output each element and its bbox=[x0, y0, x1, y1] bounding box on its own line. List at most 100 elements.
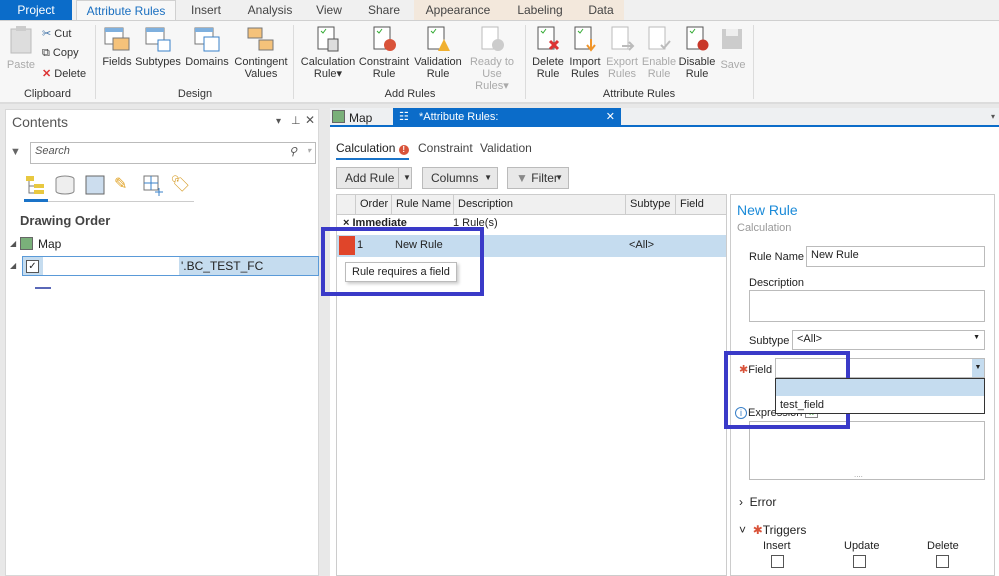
filter-button[interactable]: ▼ Filter ▼ bbox=[507, 167, 569, 189]
delete-rule-button[interactable]: Delete Rule bbox=[530, 25, 566, 80]
column-header-description[interactable]: Description bbox=[453, 195, 625, 214]
pin-icon[interactable]: ⊥ bbox=[291, 114, 301, 127]
rule-name-input[interactable]: New Rule bbox=[806, 246, 985, 267]
delete-button[interactable]: ✕ Delete bbox=[42, 67, 86, 80]
field-dropdown-icon[interactable]: ▼ bbox=[972, 359, 984, 377]
cell-subtype: <All> bbox=[629, 239, 655, 251]
tab-constraint[interactable]: Constraint bbox=[418, 141, 473, 155]
rules-table: Order Rule Name Description Subtype Fiel… bbox=[336, 194, 727, 576]
scissors-icon: ✂ bbox=[42, 28, 52, 40]
subtype-select[interactable]: <All> ▼ bbox=[792, 330, 985, 350]
editing-pencil-icon[interactable]: ✎ bbox=[114, 174, 127, 194]
contingent-values-button[interactable]: Contingent Values bbox=[232, 25, 290, 80]
resize-grip-icon[interactable]: .... bbox=[854, 470, 863, 479]
calculation-rule-button[interactable]: Calculation Rule▾ bbox=[298, 25, 358, 80]
domains-button[interactable]: Domains bbox=[185, 25, 229, 68]
expand-map-icon[interactable]: ◢ bbox=[10, 239, 16, 248]
rules-view-icon: ☷ bbox=[399, 111, 409, 123]
subtypes-icon bbox=[144, 25, 172, 53]
search-icon[interactable]: ⚲ bbox=[289, 145, 297, 158]
tab-map[interactable]: Map bbox=[349, 111, 372, 125]
layer-row[interactable]: ✓ '.BC_TEST_FC bbox=[22, 256, 319, 276]
subtypes-button[interactable]: Subtypes bbox=[135, 25, 181, 68]
column-header-field[interactable]: Field bbox=[675, 195, 726, 214]
enable-rule-icon bbox=[645, 25, 673, 53]
error-status-cell[interactable] bbox=[339, 236, 355, 255]
contents-search-input[interactable]: Search ⚲ ▾ bbox=[30, 142, 316, 164]
tab-attribute-rules[interactable]: Attribute Rules bbox=[76, 0, 176, 22]
drawing-order-icon[interactable] bbox=[24, 174, 48, 202]
cut-button[interactable]: ✂ Cut bbox=[42, 27, 71, 40]
insert-checkbox[interactable] bbox=[771, 555, 784, 568]
tab-appearance[interactable]: Appearance bbox=[414, 0, 502, 21]
update-label: Update bbox=[844, 540, 880, 552]
field-option-empty[interactable] bbox=[776, 379, 984, 396]
add-rule-button[interactable]: Add Rule ▼ bbox=[336, 167, 412, 189]
info-icon[interactable]: i bbox=[735, 407, 747, 419]
save-button[interactable]: Save bbox=[718, 25, 748, 71]
expand-layer-icon[interactable]: ◢ bbox=[10, 261, 16, 270]
tab-validation[interactable]: Validation bbox=[480, 141, 532, 155]
copy-button[interactable]: ⧉ Copy bbox=[42, 47, 79, 60]
chevron-down-icon: ▼ bbox=[484, 173, 492, 182]
constraint-rule-icon bbox=[370, 25, 398, 53]
error-section-toggle[interactable]: › Error bbox=[739, 495, 776, 509]
view-toolbar: ✎ 🏷 bbox=[24, 174, 194, 202]
close-tab-icon[interactable]: ✕ bbox=[606, 108, 615, 127]
map-node[interactable]: Map bbox=[38, 237, 61, 251]
close-pane-icon[interactable]: ✕ bbox=[305, 113, 315, 127]
tab-analysis[interactable]: Analysis bbox=[238, 0, 302, 21]
tab-list-icon[interactable]: ▾ bbox=[991, 112, 995, 121]
chevron-down-icon: ˅ bbox=[739, 523, 747, 537]
contingent-values-icon bbox=[247, 25, 275, 53]
columns-button[interactable]: Columns ▼ bbox=[422, 167, 498, 189]
export-rules-button[interactable]: Export Rules bbox=[604, 25, 640, 80]
selection-icon[interactable] bbox=[84, 174, 106, 199]
data-source-icon[interactable] bbox=[54, 174, 76, 199]
tab-calculation[interactable]: Calculation ! bbox=[336, 141, 409, 160]
snapping-icon[interactable] bbox=[142, 174, 164, 199]
disable-rule-button[interactable]: Disable Rule bbox=[678, 25, 716, 80]
tab-project[interactable]: Project bbox=[0, 0, 72, 21]
ready-to-use-rules-button[interactable]: Ready to Use Rules▾ bbox=[464, 25, 520, 92]
column-header-order[interactable]: Order bbox=[355, 195, 391, 214]
group-label-attribute-rules: Attribute Rules bbox=[602, 88, 676, 100]
tab-view[interactable]: View bbox=[308, 0, 350, 21]
labeling-tag-icon[interactable]: 🏷 bbox=[170, 174, 190, 194]
tab-labeling[interactable]: Labeling bbox=[502, 0, 578, 21]
description-input[interactable] bbox=[749, 290, 985, 322]
update-checkbox[interactable] bbox=[853, 555, 866, 568]
tab-insert[interactable]: Insert bbox=[180, 0, 232, 21]
clipboard-icon bbox=[7, 25, 35, 54]
group-row-immediate[interactable]: × Immediate bbox=[343, 217, 407, 229]
enable-rule-button[interactable]: Enable Rule bbox=[641, 25, 677, 80]
fields-button[interactable]: Fields bbox=[101, 25, 133, 68]
constraint-rule-button[interactable]: Constraint Rule bbox=[358, 25, 410, 80]
ribbon-tab-bar: Project Attribute Rules Insert Analysis … bbox=[0, 0, 999, 22]
document-tab-bar: Map ☷*Attribute Rules: "O...NTS".BC_TEST… bbox=[330, 108, 999, 142]
calculation-rule-icon bbox=[314, 25, 342, 53]
tab-attribute-rules-view[interactable]: ☷*Attribute Rules: "O...NTS".BC_TEST_FC✕ bbox=[393, 108, 621, 142]
expression-input[interactable]: .... bbox=[749, 421, 985, 480]
field-select[interactable]: ▼ bbox=[775, 358, 985, 378]
validation-rule-button[interactable]: Validation Rule bbox=[412, 25, 464, 80]
table-row[interactable]: 1 New Rule <All> bbox=[337, 235, 726, 257]
tab-data[interactable]: Data bbox=[578, 0, 624, 21]
domains-icon bbox=[193, 25, 221, 53]
triggers-section-toggle[interactable]: ˅ ✱Triggers bbox=[739, 523, 806, 537]
import-rules-button[interactable]: Import Rules bbox=[567, 25, 603, 80]
layer-visibility-checkbox[interactable]: ✓ bbox=[26, 260, 39, 273]
column-header-rule-name[interactable]: Rule Name bbox=[391, 195, 453, 214]
contents-pane: Contents ▾ ⊥ ✕ ▼ Search ⚲ ▾ ✎ 🏷 Drawing Or… bbox=[5, 109, 319, 576]
tab-share[interactable]: Share bbox=[356, 0, 412, 21]
column-header-subtype[interactable]: Subtype bbox=[625, 195, 675, 214]
delete-rule-icon bbox=[534, 25, 562, 53]
field-option-test-field[interactable]: test_field bbox=[776, 396, 984, 413]
add-rule-dropdown-icon[interactable]: ▼ bbox=[403, 168, 411, 188]
delete-checkbox[interactable] bbox=[936, 555, 949, 568]
field-label: ✱Field bbox=[739, 364, 773, 376]
pane-options-icon[interactable]: ▾ bbox=[276, 116, 281, 127]
filter-icon[interactable]: ▼ bbox=[10, 146, 21, 158]
rule-name-label: Rule Name bbox=[749, 251, 805, 263]
paste-button[interactable]: Paste bbox=[6, 25, 36, 71]
